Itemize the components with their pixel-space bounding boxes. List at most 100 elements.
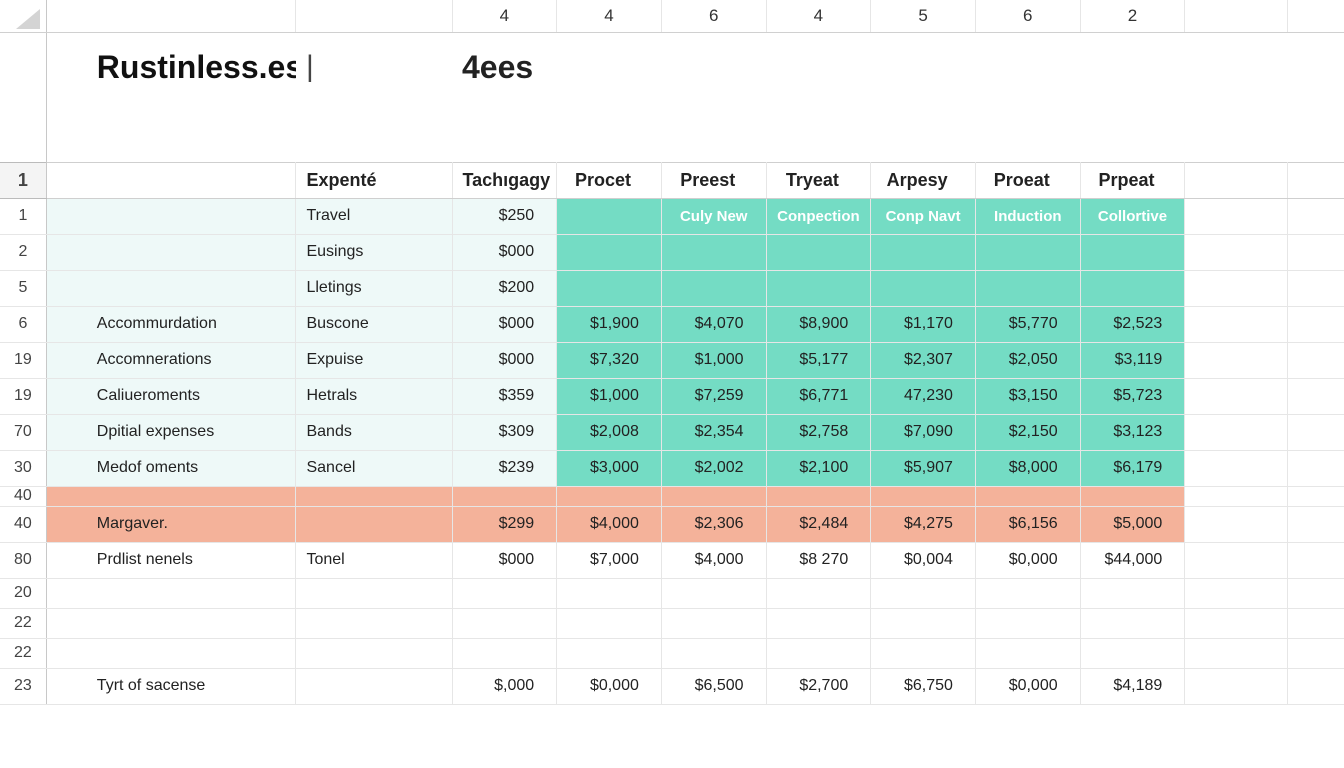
cell-value[interactable]: [1080, 608, 1185, 638]
sub-header[interactable]: Culy New: [661, 198, 766, 234]
cell-expente[interactable]: Lletings: [296, 270, 452, 306]
row-number[interactable]: 40: [0, 486, 46, 506]
table-row[interactable]: 23Tyrt of sacense$,000$0,000$6,500$2,700…: [0, 668, 1344, 704]
cell[interactable]: [1185, 668, 1288, 704]
cell[interactable]: [1288, 608, 1344, 638]
col-header[interactable]: [296, 0, 452, 32]
table-row[interactable]: 19AccomnerationsExpuise$000$7,320$1,000$…: [0, 342, 1344, 378]
cell-value[interactable]: [871, 578, 976, 608]
row-number[interactable]: 23: [0, 668, 46, 704]
cell-value[interactable]: $6,179: [1080, 450, 1185, 486]
cell-value[interactable]: $4,000: [661, 542, 766, 578]
table-row[interactable]: 2 Eusings$000: [0, 234, 1344, 270]
cell-value[interactable]: $1,170: [871, 306, 976, 342]
cell-expente[interactable]: Bands: [296, 414, 452, 450]
cell-value[interactable]: $2,307: [871, 342, 976, 378]
cell-value[interactable]: [871, 486, 976, 506]
row-number[interactable]: 22: [0, 638, 46, 668]
cell-category[interactable]: Dpitial expenses: [46, 414, 296, 450]
cell-expente[interactable]: Hetrals: [296, 378, 452, 414]
row-number[interactable]: 2: [0, 234, 46, 270]
cell-value[interactable]: $7,259: [661, 378, 766, 414]
row-number[interactable]: 6: [0, 306, 46, 342]
spreadsheet[interactable]: 4 4 6 4 5 6 2 Rustinless.es | 4ees 1 Exp…: [0, 0, 1344, 705]
cell[interactable]: [1288, 486, 1344, 506]
cell-value[interactable]: $6,156: [975, 506, 1080, 542]
col-header[interactable]: 4: [557, 0, 662, 32]
cell-category[interactable]: [46, 486, 296, 506]
table-row[interactable]: 80Prdlist nenelsTonel$000$7,000$4,000$8 …: [0, 542, 1344, 578]
cell-value[interactable]: $8 270: [766, 542, 871, 578]
cell-tachigagy[interactable]: $000: [452, 234, 557, 270]
cell-value[interactable]: [1080, 638, 1185, 668]
cell[interactable]: [1185, 234, 1288, 270]
cell-tachigagy[interactable]: $,000: [452, 668, 557, 704]
table-row[interactable]: 22: [0, 608, 1344, 638]
cell-expente[interactable]: [296, 578, 452, 608]
cell-category[interactable]: Tyrt of sacense: [46, 668, 296, 704]
cell-value[interactable]: $4,000: [557, 506, 662, 542]
cell-value[interactable]: [1080, 486, 1185, 506]
cell[interactable]: [1288, 542, 1344, 578]
cell-value[interactable]: $4,070: [661, 306, 766, 342]
cell-value[interactable]: [975, 578, 1080, 608]
header-col[interactable]: [1288, 162, 1344, 198]
cell-tachigagy[interactable]: [452, 638, 557, 668]
select-all-triangle[interactable]: [0, 0, 46, 32]
cell[interactable]: [1288, 342, 1344, 378]
col-header[interactable]: 4: [766, 0, 871, 32]
row-number[interactable]: 19: [0, 378, 46, 414]
cell-value[interactable]: [557, 578, 662, 608]
cell-tachigagy[interactable]: $200: [452, 270, 557, 306]
col-header[interactable]: [46, 0, 296, 32]
col-header[interactable]: 2: [1080, 0, 1185, 32]
cell-value[interactable]: $2,050: [975, 342, 1080, 378]
cell[interactable]: [1185, 342, 1288, 378]
cell-value[interactable]: [1080, 578, 1185, 608]
cell-expente[interactable]: Tonel: [296, 542, 452, 578]
cell-category[interactable]: [46, 608, 296, 638]
grid[interactable]: 4 4 6 4 5 6 2 Rustinless.es | 4ees 1 Exp…: [0, 0, 1344, 705]
cell-category[interactable]: [46, 578, 296, 608]
cell-value[interactable]: $8,000: [975, 450, 1080, 486]
cell-value[interactable]: $6,750: [871, 668, 976, 704]
cell-value[interactable]: [766, 578, 871, 608]
cell[interactable]: [1288, 450, 1344, 486]
cell-value[interactable]: [766, 608, 871, 638]
cell-value[interactable]: $0,000: [975, 542, 1080, 578]
cell-value[interactable]: [557, 486, 662, 506]
cell-expente[interactable]: Eusings: [296, 234, 452, 270]
cell[interactable]: [1288, 270, 1344, 306]
cell[interactable]: [1185, 506, 1288, 542]
cell-value[interactable]: $1,900: [557, 306, 662, 342]
table-row[interactable]: 1Travel$250Culy NewConpectionConp NavtIn…: [0, 198, 1344, 234]
cell-value[interactable]: [975, 270, 1080, 306]
cell-value[interactable]: $3,119: [1080, 342, 1185, 378]
cell-category[interactable]: Prdlist nenels: [46, 542, 296, 578]
cell-value[interactable]: [557, 198, 662, 234]
cell[interactable]: [1288, 306, 1344, 342]
cell-expente[interactable]: [296, 608, 452, 638]
cell-value[interactable]: $2,758: [766, 414, 871, 450]
cell-tachigagy[interactable]: $250: [452, 198, 557, 234]
cell-category[interactable]: Medof oments: [46, 450, 296, 486]
cell-expente[interactable]: Travel: [296, 198, 452, 234]
cell[interactable]: [1185, 32, 1344, 102]
cell[interactable]: [1185, 306, 1288, 342]
header-col[interactable]: Tryeat: [766, 162, 871, 198]
table-header-row[interactable]: 1 Expenté Tachıgagy Procet Preest Tryeat…: [0, 162, 1344, 198]
table-row[interactable]: 40Margaver.$299$4,000$2,306$2,484$4,275$…: [0, 506, 1344, 542]
cell-tachigagy[interactable]: [452, 608, 557, 638]
cell-value[interactable]: $5,177: [766, 342, 871, 378]
table-row[interactable]: 5 Lletings$200: [0, 270, 1344, 306]
cell-value[interactable]: $8,900: [766, 306, 871, 342]
cell-value[interactable]: $5,907: [871, 450, 976, 486]
cell-value[interactable]: $2,306: [661, 506, 766, 542]
row-number[interactable]: 5: [0, 270, 46, 306]
cell-expente[interactable]: [296, 486, 452, 506]
cell[interactable]: [1185, 198, 1288, 234]
cell-value[interactable]: $7,320: [557, 342, 662, 378]
cell[interactable]: [1288, 638, 1344, 668]
cell[interactable]: [1288, 198, 1344, 234]
cell-category[interactable]: Accomnerations: [46, 342, 296, 378]
